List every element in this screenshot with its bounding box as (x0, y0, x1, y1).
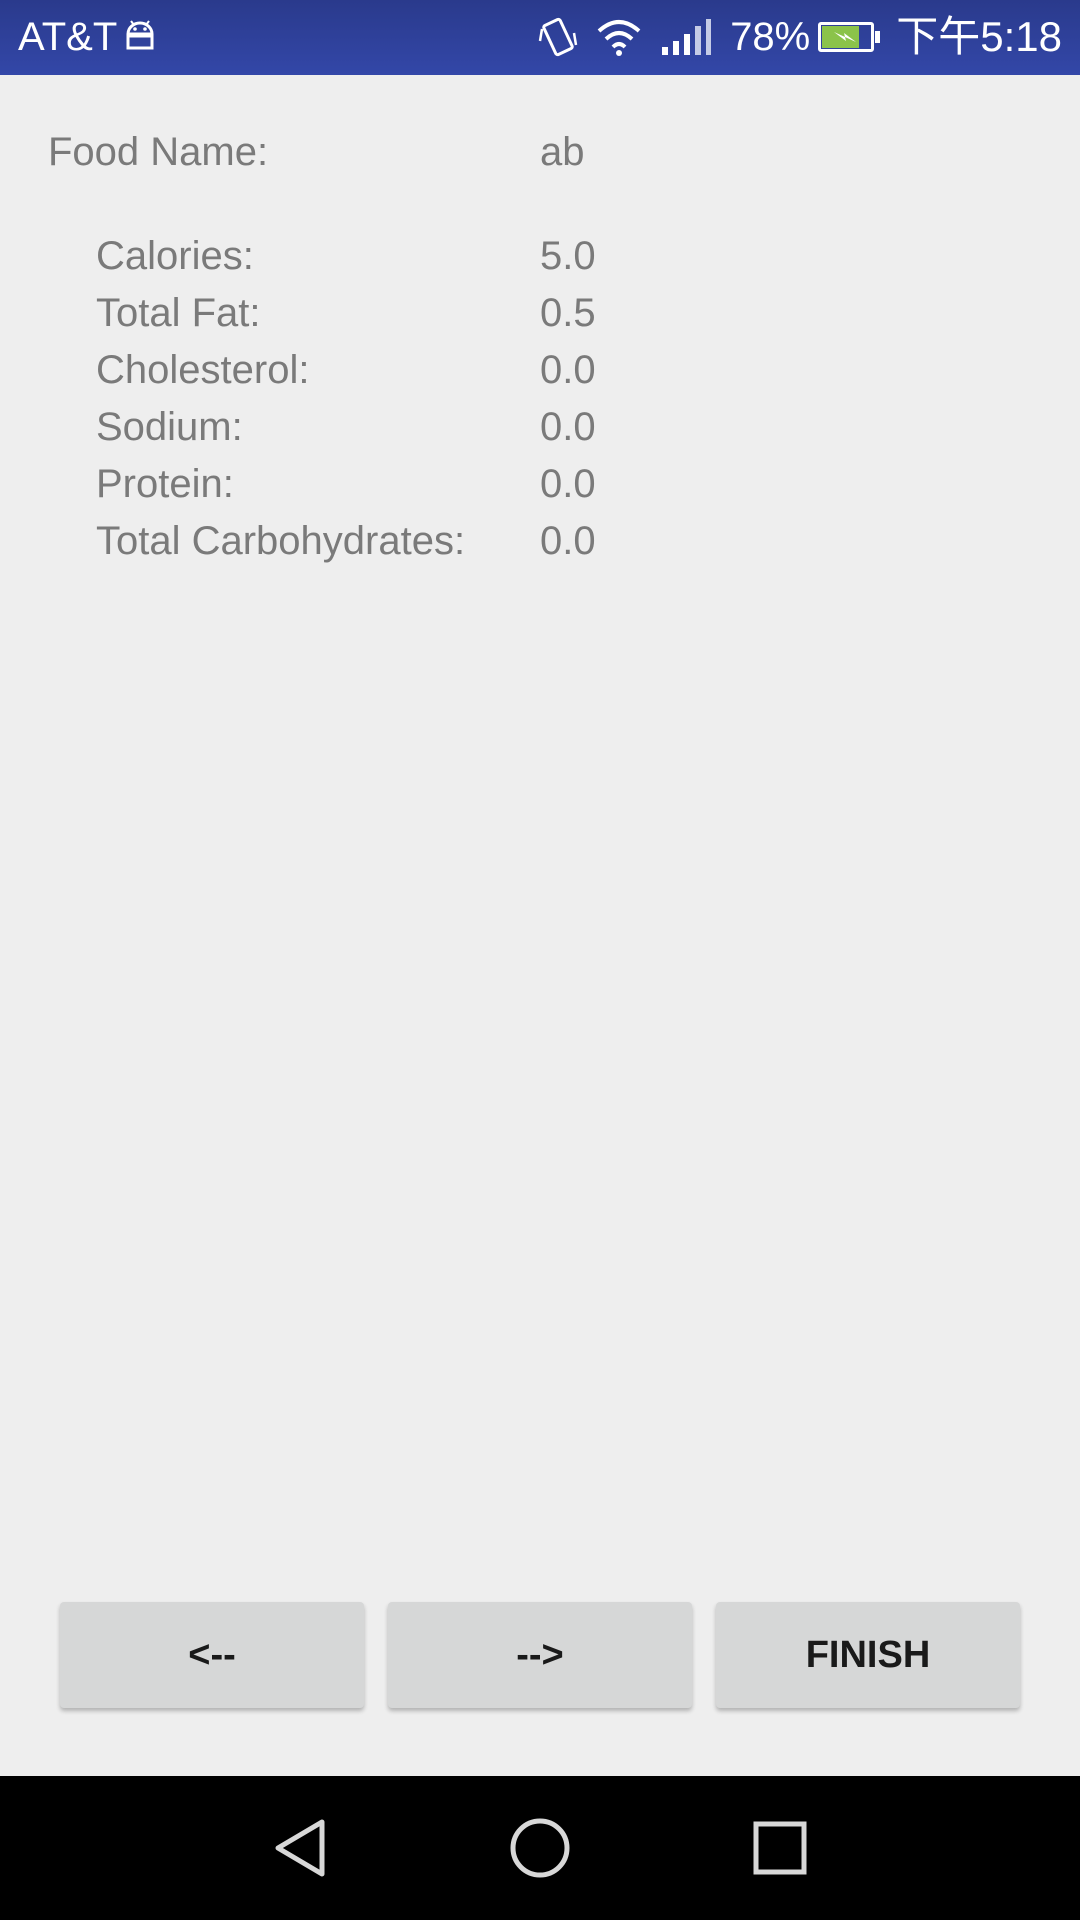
clock: 下午5:18 (896, 13, 1062, 60)
finish-button[interactable]: FINISH (716, 1602, 1020, 1708)
total-carbohydrates-value: 0.0 (540, 519, 596, 563)
recents-icon[interactable] (744, 1812, 816, 1884)
carrier-label: AT&T (18, 15, 118, 59)
food-name-value: ab (540, 130, 585, 174)
navigation-bar (0, 1776, 1080, 1920)
back-icon[interactable] (264, 1812, 336, 1884)
previous-button[interactable]: <-- (60, 1602, 364, 1708)
total-fat-value: 0.5 (540, 291, 596, 335)
food-name-label: Food Name: (48, 130, 269, 174)
wifi-icon (597, 20, 641, 56)
screen: AT&T 78% 下午5:18 Food Name: ab Calories: … (0, 0, 1080, 1920)
sodium-value: 0.0 (540, 405, 596, 449)
total-fat-label: Total Fat: (96, 291, 261, 335)
battery-charging-icon (818, 22, 881, 52)
calories-label: Calories: (96, 234, 254, 278)
next-button[interactable]: --> (388, 1602, 692, 1708)
status-icons: 78% 下午5:18 (538, 12, 1062, 62)
protein-label: Protein: (96, 462, 234, 506)
cholesterol-value: 0.0 (540, 348, 596, 392)
calories-value: 5.0 (540, 234, 596, 278)
vibrate-icon (538, 17, 578, 57)
sodium-label: Sodium: (96, 405, 243, 449)
protein-value: 0.0 (540, 462, 596, 506)
total-carbohydrates-label: Total Carbohydrates: (96, 519, 466, 563)
cholesterol-label: Cholesterol: (96, 348, 310, 392)
android-icon (126, 20, 154, 50)
home-icon[interactable] (504, 1812, 576, 1884)
battery-percent: 78% (730, 15, 811, 59)
status-bar: AT&T 78% 下午5:18 (0, 0, 1080, 75)
signal-icon (662, 19, 712, 55)
